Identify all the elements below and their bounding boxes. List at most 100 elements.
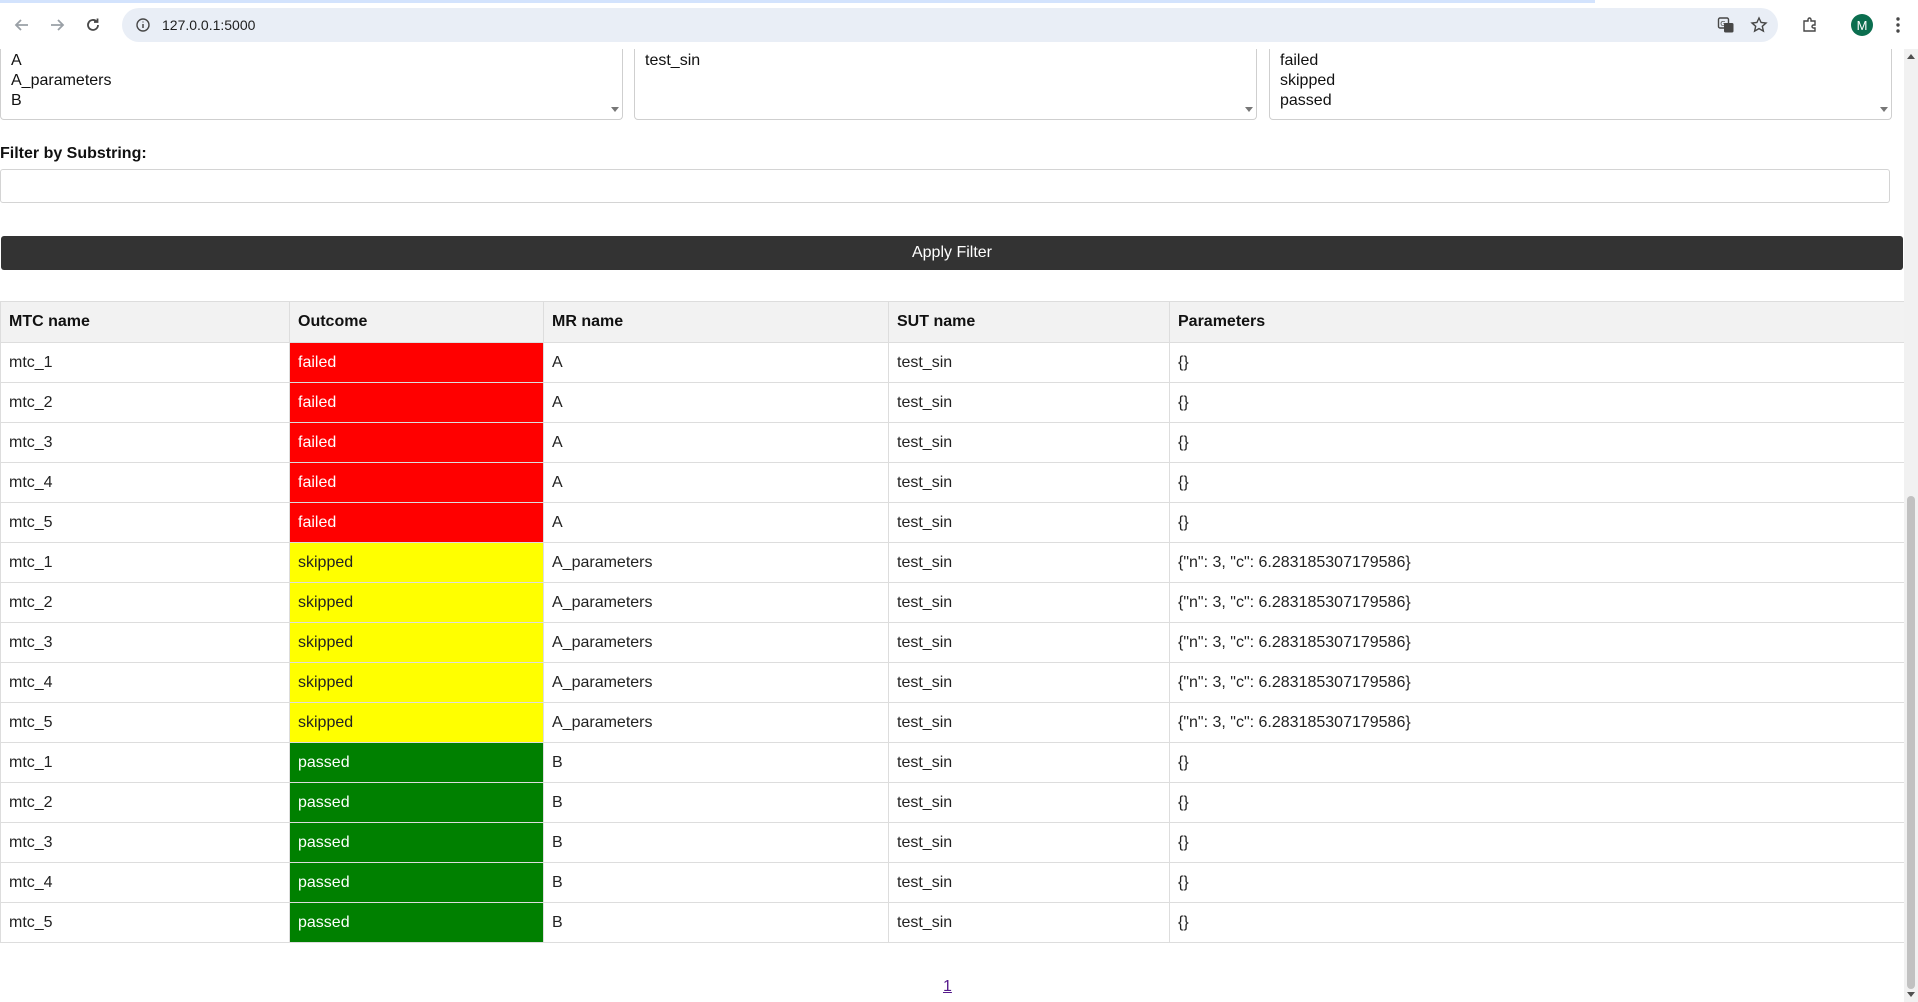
cell-mr-name: A_parameters <box>543 662 889 703</box>
table-row: mtc_4 skipped A_parameters test_sin {"n": 3,… <box>0 662 1905 703</box>
table-row: mtc_5 passed Btest_sin{} <box>0 902 1905 943</box>
cell-mr-name: A <box>543 422 889 463</box>
cell-sut-name: test_sin <box>888 782 1170 823</box>
cell-parameters: {} <box>1169 462 1905 503</box>
cell-sut-name: test_sin <box>888 502 1170 543</box>
cell-parameters: {} <box>1169 902 1905 943</box>
table-row: mtc_2 failed Atest_sin{} <box>0 382 1905 423</box>
cell-mr-name: A_parameters <box>543 542 889 583</box>
cell-sut-name: test_sin <box>888 742 1170 783</box>
cell-outcome: skipped <box>289 542 544 583</box>
cell-mr-name: B <box>543 782 889 823</box>
mr-option[interactable]: A <box>1 51 622 71</box>
cell-parameters: {"n": 3, "c": 6.283185307179586} <box>1169 542 1905 583</box>
cell-outcome: failed <box>289 342 544 383</box>
table-row: mtc_4 failed Atest_sin{} <box>0 462 1905 503</box>
cell-mr-name: A <box>543 462 889 503</box>
header-parameters: Parameters <box>1169 301 1905 343</box>
translate-icon[interactable]: G <box>1714 13 1738 37</box>
cell-parameters: {} <box>1169 502 1905 543</box>
cell-mtc-name: mtc_2 <box>0 582 290 623</box>
mr-option[interactable]: B <box>1 91 622 111</box>
cell-parameters: {"n": 3, "c": 6.283185307179586} <box>1169 702 1905 743</box>
outcome-option[interactable]: passed <box>1270 91 1891 111</box>
loading-bar <box>0 0 1595 3</box>
cell-mr-name: B <box>543 902 889 943</box>
cell-sut-name: test_sin <box>888 342 1170 383</box>
cell-outcome: skipped <box>289 702 544 743</box>
sut-name-select[interactable]: test_sin <box>634 49 1257 120</box>
cell-mtc-name: mtc_5 <box>0 502 290 543</box>
apply-filter-button[interactable]: Apply Filter <box>1 236 1903 270</box>
cell-mr-name: A_parameters <box>543 702 889 743</box>
outcome-select[interactable]: failed skipped passed <box>1269 49 1892 120</box>
mr-option[interactable]: A_parameters <box>1 71 622 91</box>
svg-text:G: G <box>1720 20 1725 28</box>
reload-icon[interactable] <box>81 13 105 37</box>
bookmark-star-icon[interactable] <box>1747 13 1771 37</box>
table-row: mtc_3 failed Atest_sin{} <box>0 422 1905 463</box>
scroll-up-arrow-icon[interactable] <box>1904 49 1918 63</box>
cell-outcome: failed <box>289 422 544 463</box>
cell-sut-name: test_sin <box>888 622 1170 663</box>
cell-parameters: {} <box>1169 782 1905 823</box>
table-row: mtc_5 skipped A_parameters test_sin {"n": 3,… <box>0 702 1905 743</box>
table-header-row: MTC name Outcome MR name SUT name Parame… <box>0 301 1905 343</box>
cell-mtc-name: mtc_4 <box>0 862 290 903</box>
scroll-down-arrow-icon[interactable] <box>1904 988 1918 1002</box>
cell-outcome: failed <box>289 502 544 543</box>
cell-sut-name: test_sin <box>888 702 1170 743</box>
extensions-icon[interactable] <box>1798 13 1822 37</box>
cell-sut-name: test_sin <box>888 462 1170 503</box>
cell-mr-name: A_parameters <box>543 622 889 663</box>
cell-mtc-name: mtc_3 <box>0 422 290 463</box>
cell-sut-name: test_sin <box>888 862 1170 903</box>
cell-outcome: failed <box>289 462 544 503</box>
table-row: mtc_5 failed Atest_sin{} <box>0 502 1905 543</box>
cell-outcome: passed <box>289 742 544 783</box>
cell-mtc-name: mtc_5 <box>0 702 290 743</box>
url-text[interactable]: 127.0.0.1:5000 <box>162 17 255 33</box>
mr-name-select[interactable]: A A_parameters B <box>0 49 623 120</box>
cell-outcome: passed <box>289 902 544 943</box>
header-mr-name: MR name <box>543 301 889 343</box>
back-arrow-icon[interactable] <box>10 13 34 37</box>
pagination-link-1[interactable]: 1 <box>943 978 952 996</box>
forward-arrow-icon[interactable] <box>45 13 69 37</box>
menu-dots-icon[interactable] <box>1886 13 1910 37</box>
header-sut-name: SUT name <box>888 301 1170 343</box>
cell-mtc-name: mtc_4 <box>0 462 290 503</box>
cell-mr-name: A <box>543 342 889 383</box>
sut-option[interactable]: test_sin <box>635 51 1256 71</box>
substring-filter-input[interactable] <box>0 169 1890 203</box>
cell-sut-name: test_sin <box>888 422 1170 463</box>
scroll-down-icon[interactable] <box>1879 105 1889 115</box>
cell-sut-name: test_sin <box>888 582 1170 623</box>
cell-parameters: {} <box>1169 382 1905 423</box>
scroll-down-icon[interactable] <box>610 105 620 115</box>
page-scrollbar[interactable] <box>1904 49 1918 1002</box>
profile-avatar[interactable]: M <box>1851 14 1873 36</box>
cell-outcome: passed <box>289 862 544 903</box>
address-bar[interactable]: 127.0.0.1:5000 <box>122 8 1778 42</box>
scroll-down-icon[interactable] <box>1244 105 1254 115</box>
cell-mtc-name: mtc_3 <box>0 622 290 663</box>
cell-sut-name: test_sin <box>888 902 1170 943</box>
table-row: mtc_4 passed Btest_sin{} <box>0 862 1905 903</box>
cell-parameters: {} <box>1169 822 1905 863</box>
info-icon[interactable] <box>134 16 152 34</box>
cell-mtc-name: mtc_4 <box>0 662 290 703</box>
cell-mr-name: B <box>543 822 889 863</box>
cell-outcome: failed <box>289 382 544 423</box>
cell-outcome: passed <box>289 782 544 823</box>
cell-mtc-name: mtc_2 <box>0 382 290 423</box>
outcome-option[interactable]: skipped <box>1270 71 1891 91</box>
table-row: mtc_3 passed Btest_sin{} <box>0 822 1905 863</box>
cell-parameters: {"n": 3, "c": 6.283185307179586} <box>1169 582 1905 623</box>
cell-mtc-name: mtc_2 <box>0 782 290 823</box>
cell-mtc-name: mtc_3 <box>0 822 290 863</box>
scrollbar-thumb[interactable] <box>1907 496 1915 989</box>
cell-outcome: skipped <box>289 582 544 623</box>
cell-sut-name: test_sin <box>888 382 1170 423</box>
outcome-option[interactable]: failed <box>1270 51 1891 71</box>
